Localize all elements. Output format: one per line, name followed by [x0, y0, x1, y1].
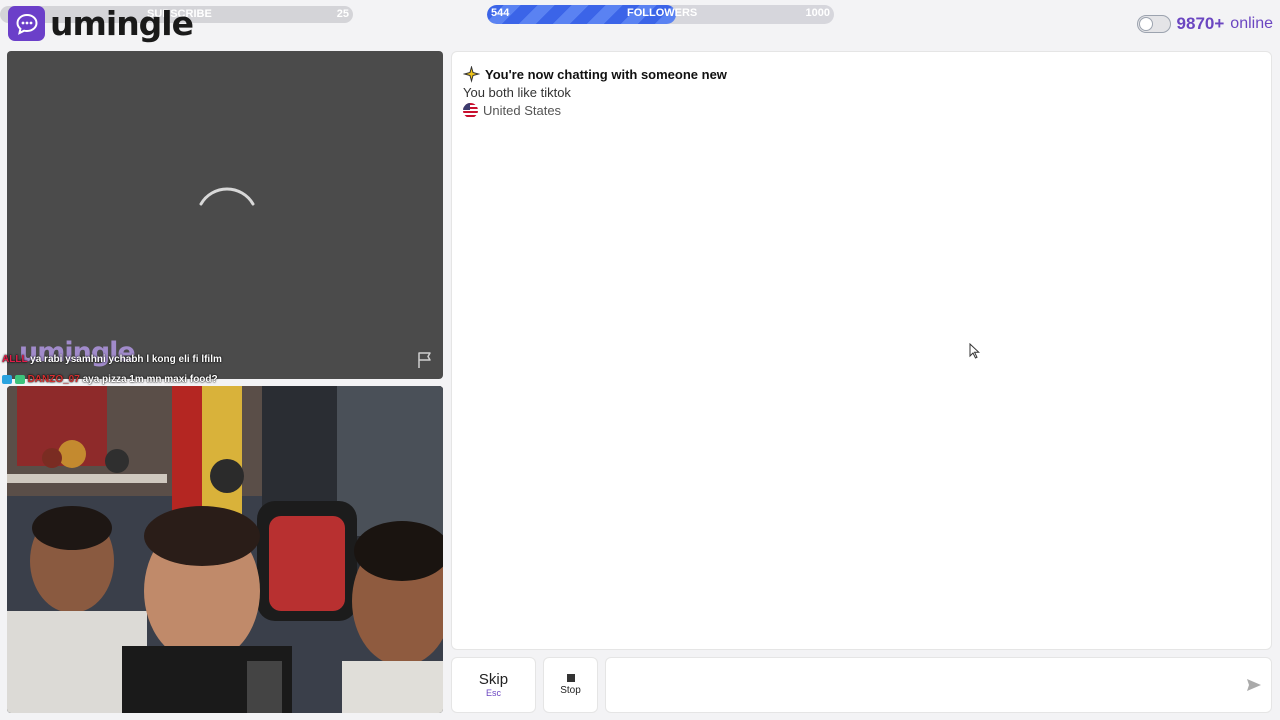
- skip-shortcut: Esc: [485, 688, 501, 698]
- overlay-chat-user: ALLL: [2, 354, 28, 365]
- followers-goal: 1000: [805, 7, 830, 19]
- theme-toggle[interactable]: [1136, 15, 1171, 33]
- shared-interest-message: You both like tiktok: [463, 85, 571, 100]
- overlay-chat-text: aya pizza 1m mn maxi food?: [82, 374, 218, 385]
- report-flag-icon[interactable]: [416, 351, 434, 369]
- online-count: 9870+: [1176, 14, 1225, 33]
- skip-label: Skip: [478, 671, 509, 688]
- toggle-knob: [1138, 17, 1153, 31]
- overlay-chat-line: DANZO_07 aya pizza 1m mn maxi food?: [2, 374, 218, 385]
- chat-bubble-icon: [8, 6, 45, 41]
- followers-label: FOLLOWERS: [627, 7, 698, 19]
- country-text: United States: [483, 103, 562, 118]
- overlay-chat-line: ALLL ya rabi ysamhni ychabh l kong eli f…: [2, 354, 222, 365]
- subscribe-goal: 25: [336, 8, 349, 20]
- overlay-chat-text: ya rabi ysamhni ychabh l kong eli fi lfi…: [30, 354, 222, 365]
- chat-panel: You're now chatting with someone new You…: [451, 51, 1272, 650]
- overlay-chat-user: DANZO_07: [27, 374, 80, 385]
- message-input[interactable]: [605, 657, 1272, 713]
- send-icon[interactable]: [1246, 678, 1262, 692]
- system-message-text: You're now chatting with someone new: [485, 67, 727, 82]
- online-indicator: 9870+ online: [1136, 14, 1273, 34]
- system-message: You're now chatting with someone new: [463, 66, 727, 83]
- sparkle-icon: [463, 66, 480, 83]
- self-webcam-video: [7, 386, 443, 713]
- country-message: United States: [463, 103, 561, 118]
- skip-button[interactable]: Skip Esc: [451, 657, 536, 713]
- followers-progress-bar: 544 FOLLOWERS 1000: [487, 5, 834, 24]
- us-flag-icon: [463, 103, 478, 118]
- stop-button[interactable]: Stop: [543, 657, 598, 713]
- logo-text: umingle: [50, 4, 194, 43]
- logo[interactable]: umingle: [8, 4, 194, 43]
- stop-label: Stop: [560, 685, 581, 696]
- badge-icon: [14, 374, 25, 384]
- webcam-frame: [7, 386, 443, 713]
- stop-icon: [566, 674, 575, 682]
- followers-current: 544: [491, 7, 510, 19]
- loading-spinner-icon: [199, 187, 255, 206]
- online-label: online: [1230, 15, 1273, 32]
- mouse-cursor-icon: [969, 343, 980, 359]
- badge-icon: [2, 374, 12, 384]
- stranger-video: umingle: [7, 51, 443, 379]
